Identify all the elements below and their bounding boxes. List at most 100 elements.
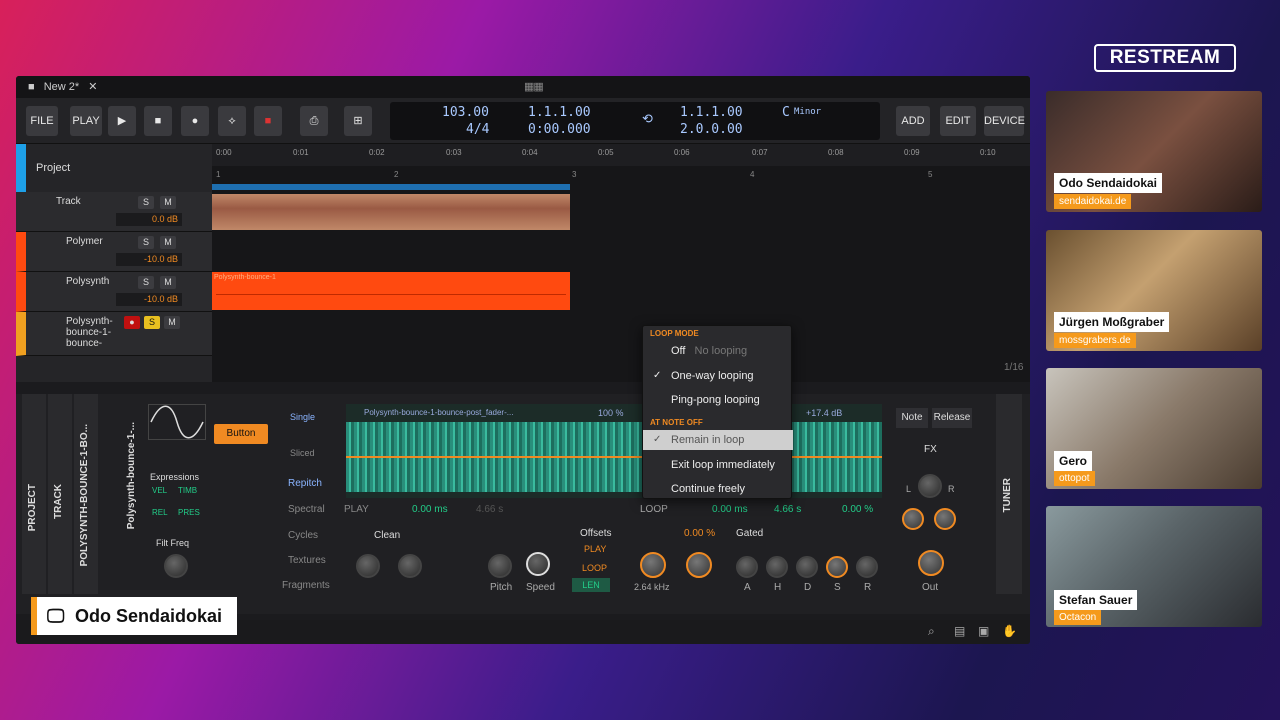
clean-knob-1[interactable] — [356, 554, 380, 578]
lfo-display[interactable] — [148, 404, 206, 440]
release-tab[interactable]: Release — [932, 408, 972, 428]
play-icon[interactable]: ▶ — [108, 106, 136, 136]
filt-freq-knob[interactable] — [164, 554, 188, 578]
track-row[interactable]: Polysynth-bounce-1-bounce- ● S M — [16, 312, 212, 356]
loop-icon[interactable]: ⟲ — [642, 112, 653, 127]
pan-right-knob[interactable] — [934, 508, 956, 530]
pan-left-knob[interactable] — [902, 508, 924, 530]
file-icon[interactable]: ▤ — [954, 624, 965, 638]
track-volume[interactable]: -10.0 dB — [116, 253, 182, 266]
note-tab[interactable]: Note — [896, 408, 928, 428]
menu-item-continue[interactable]: Continue freely — [643, 479, 793, 499]
filter-frequency[interactable]: 2.64 kHz — [634, 582, 670, 592]
track-volume[interactable]: -10.0 dB — [116, 293, 182, 306]
gated-mode[interactable]: Gated — [736, 528, 763, 539]
decay-knob[interactable] — [796, 556, 818, 578]
filter-cutoff-knob[interactable] — [640, 552, 666, 578]
solo-button[interactable]: S — [144, 316, 160, 329]
menu-item-off[interactable]: Off No looping — [643, 341, 793, 361]
file-button[interactable]: FILE — [26, 106, 58, 136]
play-menu-button[interactable]: PLAY — [70, 106, 102, 136]
tuner-tab[interactable]: TUNER — [996, 394, 1022, 594]
key[interactable]: C — [782, 105, 790, 120]
sample-gain[interactable]: +17.4 dB — [806, 408, 842, 418]
audio-clip[interactable]: Polysynth-bounce-1 — [212, 272, 570, 310]
offset-loop[interactable]: LOOP — [582, 563, 607, 573]
search-icon[interactable]: ⌕ — [928, 624, 935, 639]
track-row[interactable]: Track S M 0.0 dB — [16, 192, 212, 232]
speed-knob[interactable] — [526, 552, 550, 576]
mute-button[interactable]: M — [160, 276, 176, 289]
position-time[interactable]: 0:00.000 — [528, 122, 591, 137]
loop-length-value[interactable]: 4.66 s — [774, 504, 801, 515]
track-clip[interactable] — [212, 194, 570, 230]
loop-start-value[interactable]: 0.00 ms — [712, 504, 748, 515]
time-signature[interactable]: 4/4 — [466, 122, 489, 137]
position-bars[interactable]: 1.1.1.00 — [528, 105, 591, 120]
mute-button[interactable]: M — [160, 236, 176, 249]
tempo[interactable]: 103.00 — [442, 105, 489, 120]
project-label[interactable]: Project — [36, 162, 70, 174]
device-browser-icon[interactable]: ▣ — [978, 624, 989, 638]
mute-button[interactable]: M — [164, 316, 180, 329]
button-toggle[interactable]: Button — [214, 424, 268, 444]
sample-editor[interactable]: Polysynth-bounce-1-bounce-post_fader-...… — [346, 404, 882, 498]
menu-item-exit[interactable]: Exit loop immediately — [643, 455, 793, 475]
record-icon[interactable]: ● — [181, 106, 209, 136]
filter-resonance-knob[interactable] — [686, 552, 712, 578]
single-mode[interactable]: Single — [290, 412, 315, 422]
loop-start[interactable]: 1.1.1.00 — [680, 105, 743, 120]
clean-knob-2[interactable] — [398, 554, 422, 578]
pitch-knob[interactable] — [488, 554, 512, 578]
release-knob[interactable] — [856, 556, 878, 578]
vel-label[interactable]: VEL — [152, 486, 167, 495]
loop-region[interactable] — [212, 184, 570, 190]
solo-button[interactable]: S — [138, 276, 154, 289]
automation-icon[interactable]: ⟡ — [218, 106, 246, 136]
device-button[interactable]: DEVICE — [984, 106, 1025, 136]
track-row[interactable]: Polymer S M -10.0 dB — [16, 232, 212, 272]
mode-repitch[interactable]: Repitch — [288, 478, 322, 489]
project-tab[interactable]: PROJECT — [22, 394, 46, 594]
record-arm-button[interactable]: ● — [124, 316, 140, 329]
rel-label[interactable]: REL — [152, 508, 168, 517]
hand-icon[interactable]: ✋ — [1002, 624, 1017, 638]
menu-item-remain[interactable]: ✓ Remain in loop — [643, 430, 793, 450]
pres-label[interactable]: PRES — [178, 508, 200, 517]
sliced-mode[interactable]: Sliced — [290, 448, 315, 458]
mode-cycles[interactable]: Cycles — [288, 530, 318, 541]
mode-fragments[interactable]: Fragments — [282, 580, 330, 591]
scale[interactable]: Minor — [794, 107, 821, 117]
clean-mode[interactable]: Clean — [374, 530, 400, 541]
track-tab[interactable]: TRACK — [48, 394, 72, 594]
output-knob[interactable] — [918, 550, 944, 576]
grid-icon[interactable]: ⊞ — [344, 106, 372, 136]
solo-button[interactable]: S — [138, 236, 154, 249]
loop-length[interactable]: 2.0.0.00 — [680, 122, 743, 137]
zoom-level[interactable]: 1/16 — [1004, 362, 1023, 373]
attack-knob[interactable] — [736, 556, 758, 578]
sample-pct[interactable]: 100 % — [598, 408, 624, 418]
filter-percent[interactable]: 0.00 % — [684, 528, 715, 539]
menu-item-one-way[interactable]: ✓ One-way looping — [643, 366, 793, 386]
offset-len[interactable]: LEN — [572, 578, 610, 592]
instrument-tab[interactable]: POLYSYNTH-BOUNCE-1-BO... — [74, 394, 98, 594]
menu-icon[interactable]: ■ — [28, 81, 35, 93]
project-tab-title[interactable]: New 2* — [44, 81, 79, 93]
loop-fade[interactable]: 0.00 % — [842, 504, 873, 515]
add-button[interactable]: ADD — [896, 106, 930, 136]
stop-icon[interactable]: ■ — [144, 106, 172, 136]
sustain-knob[interactable] — [826, 556, 848, 578]
play-start[interactable]: 0.00 ms — [412, 504, 448, 515]
timeline-ruler[interactable]: 0:00 0:01 0:02 0:03 0:04 0:05 0:06 0:07 … — [212, 144, 1030, 166]
play-length[interactable]: 4.66 s — [476, 504, 503, 515]
mute-button[interactable]: M — [160, 196, 176, 209]
width-knob[interactable] — [918, 474, 942, 498]
timb-label[interactable]: TIMB — [178, 486, 197, 495]
edit-button[interactable]: EDIT — [940, 106, 976, 136]
solo-button[interactable]: S — [138, 196, 154, 209]
menu-item-ping-pong[interactable]: Ping-pong looping — [643, 390, 793, 410]
mode-spectral[interactable]: Spectral — [288, 504, 325, 515]
arm-icon[interactable]: ■ — [254, 106, 282, 136]
track-volume[interactable]: 0.0 dB — [116, 213, 182, 226]
